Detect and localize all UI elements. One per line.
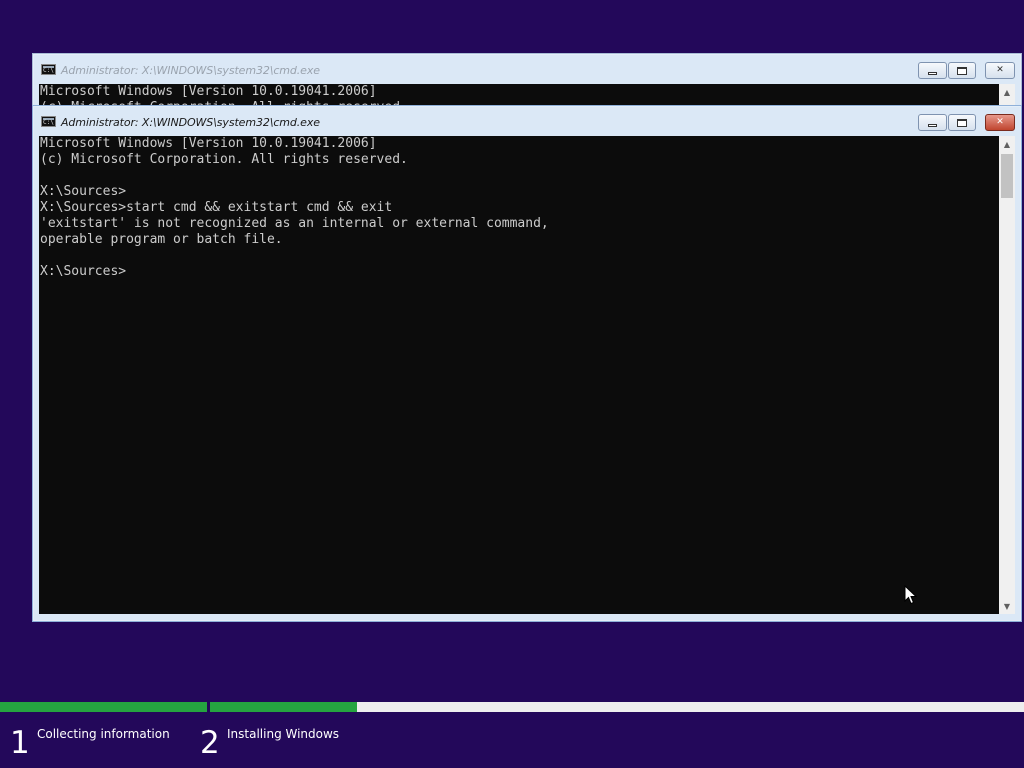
maximize-button[interactable] <box>948 114 976 131</box>
minimize-button[interactable] <box>918 62 947 79</box>
progress-bar-step-1 <box>0 702 207 712</box>
vertical-scrollbar[interactable]: ▲ ▼ <box>999 136 1015 614</box>
window-title: Administrator: X:\WINDOWS\system32\cmd.e… <box>61 64 320 77</box>
background-cmd-window[interactable]: Administrator: X:\WINDOWS\system32\cmd.e… <box>32 53 1022 113</box>
window-title: Administrator: X:\WINDOWS\system32\cmd.e… <box>61 116 320 129</box>
console-line: X:\Sources>start cmd && exitstart cmd &&… <box>40 200 393 215</box>
cmd-console-icon <box>41 116 56 127</box>
console-line: 'exitstart' is not recognized as an inte… <box>40 216 549 231</box>
console-line: (c) Microsoft Corporation. All rights re… <box>40 152 408 167</box>
console-line: Microsoft Windows [Version 10.0.19041.20… <box>40 84 377 99</box>
chevron-down-icon[interactable]: ▼ <box>999 598 1015 614</box>
chevron-up-icon[interactable]: ▲ <box>999 84 1015 100</box>
progress-fill-step-2 <box>210 702 357 712</box>
step-number: 2 <box>200 725 220 761</box>
mouse-pointer-icon <box>904 585 917 605</box>
close-button[interactable]: ✕ <box>985 62 1015 79</box>
progress-bar-step-2 <box>210 702 1024 712</box>
step-number: 1 <box>10 725 30 761</box>
step-label: Installing Windows <box>227 727 340 741</box>
step-label: Collecting information <box>37 727 170 741</box>
close-icon: ✕ <box>996 117 1004 127</box>
scrollbar-thumb[interactable] <box>1001 154 1013 198</box>
minimize-icon <box>928 123 937 127</box>
console-output[interactable]: Microsoft Windows [Version 10.0.19041.20… <box>39 136 999 614</box>
close-button[interactable]: ✕ <box>985 114 1015 131</box>
close-icon: ✕ <box>996 65 1004 75</box>
title-bar[interactable]: Administrator: X:\WINDOWS\system32\cmd.e… <box>33 54 1021 84</box>
maximize-icon <box>957 66 967 75</box>
console-line: Microsoft Windows [Version 10.0.19041.20… <box>40 136 377 151</box>
minimize-button[interactable] <box>918 114 947 131</box>
cmd-console-icon <box>41 64 56 75</box>
console-line: X:\Sources> <box>40 264 127 279</box>
title-bar[interactable]: Administrator: X:\WINDOWS\system32\cmd.e… <box>33 106 1021 136</box>
maximize-icon <box>957 118 967 127</box>
minimize-icon <box>928 71 937 75</box>
foreground-cmd-window[interactable]: Administrator: X:\WINDOWS\system32\cmd.e… <box>32 105 1022 622</box>
progress-fill-step-1 <box>0 702 207 712</box>
maximize-button[interactable] <box>948 62 976 79</box>
console-line: X:\Sources> <box>40 184 127 199</box>
console-line: operable program or batch file. <box>40 232 283 247</box>
chevron-up-icon[interactable]: ▲ <box>999 136 1015 152</box>
